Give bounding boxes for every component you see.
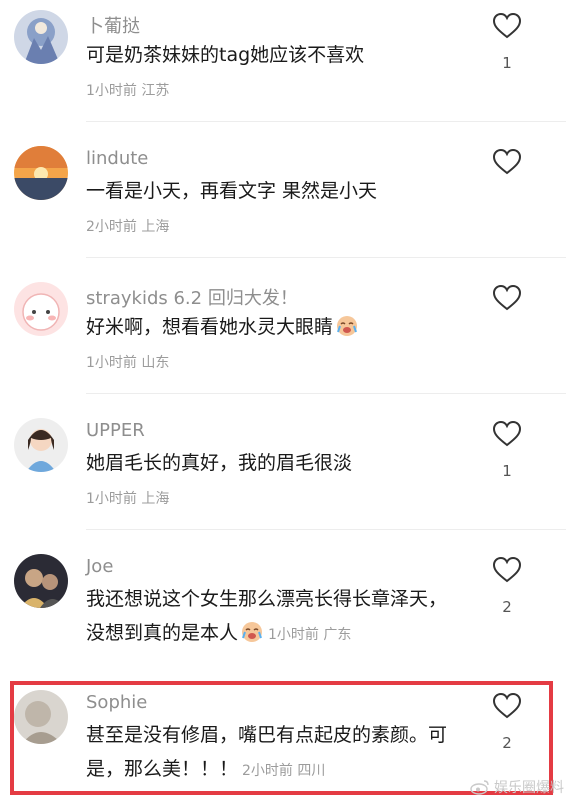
watermark: 娱乐圈爆料 — [470, 777, 564, 797]
comment-location: 上海 — [141, 491, 170, 507]
like-button[interactable]: 2 — [490, 692, 524, 752]
like-button[interactable] — [490, 148, 524, 208]
comment-location: 山东 — [141, 355, 170, 371]
heart-outline-icon[interactable] — [492, 12, 522, 40]
crying-face-emoji — [335, 313, 359, 337]
avatar[interactable] — [14, 282, 68, 336]
watermark-text: 娱乐圈爆料 — [494, 780, 564, 796]
avatar[interactable] — [14, 554, 68, 608]
comment-meta: 2小时前 上海 — [86, 216, 169, 236]
username[interactable]: lindute — [86, 148, 148, 169]
like-button[interactable] — [490, 284, 524, 344]
comment-text: 甚至是没有修眉，嘴巴有点起皮的素颜。可是，那么美！！！ 2小时前 四川 — [86, 718, 456, 788]
heart-outline-icon[interactable] — [492, 420, 522, 448]
comment-time: 1小时前 — [86, 83, 137, 99]
comment-meta: 1小时前 江苏 — [86, 80, 169, 100]
comment-time: 2小时前 — [242, 763, 293, 779]
avatar[interactable] — [14, 690, 68, 744]
comment-location: 江苏 — [141, 83, 170, 99]
comment-time: 2小时前 — [86, 219, 137, 235]
avatar[interactable] — [14, 418, 68, 472]
divider — [86, 121, 566, 122]
comment-location: 四川 — [297, 763, 326, 779]
like-button[interactable]: 1 — [490, 12, 524, 72]
comment-text: 可是奶茶妹妹的tag她应该不喜欢 — [86, 44, 365, 66]
username[interactable]: UPPER — [86, 420, 145, 441]
username[interactable]: Sophie — [86, 692, 147, 713]
heart-outline-icon[interactable] — [492, 284, 522, 312]
like-count — [490, 190, 524, 208]
comment-text: 我还想说这个女生那么漂亮长得长章泽天，没想到真的是本人 1小时前 广东 — [86, 582, 456, 652]
heart-outline-icon[interactable] — [492, 692, 522, 720]
comment-time: 1小时前 — [268, 627, 319, 643]
comment-location: 广东 — [323, 627, 352, 643]
like-count: 1 — [502, 462, 512, 480]
comment-text: 她眉毛长的真好，我的眉毛很淡 — [86, 452, 353, 474]
like-button[interactable]: 1 — [490, 420, 524, 480]
like-count: 2 — [502, 598, 512, 616]
like-count: 2 — [502, 734, 512, 752]
comment-meta: 1小时前 山东 — [86, 352, 169, 372]
weibo-icon — [470, 780, 489, 795]
comment-text-content: 我还想说这个女生那么漂亮长得长章泽天，没想到真的是本人 — [86, 588, 448, 644]
comment-time: 1小时前 — [86, 491, 137, 507]
comment-text: 好米啊，想看看她水灵大眼睛 — [86, 310, 456, 344]
comment-time: 1小时前 — [86, 355, 137, 371]
avatar[interactable] — [14, 146, 68, 200]
heart-outline-icon[interactable] — [492, 148, 522, 176]
username[interactable]: 卜葡挞 — [86, 12, 140, 38]
username[interactable]: Joe — [86, 556, 113, 577]
avatar[interactable] — [14, 10, 68, 64]
divider — [86, 393, 566, 394]
comment-location: 上海 — [141, 219, 170, 235]
crying-face-emoji — [240, 619, 264, 643]
like-count — [490, 326, 524, 344]
comment-meta: 1小时前 广东 — [268, 627, 351, 643]
like-button[interactable]: 2 — [490, 556, 524, 616]
heart-outline-icon[interactable] — [492, 556, 522, 584]
divider — [86, 257, 566, 258]
like-count: 1 — [502, 54, 512, 72]
comment-text-content: 好米啊，想看看她水灵大眼睛 — [86, 316, 334, 338]
username[interactable]: straykids 6.2 回归大发！ — [86, 284, 298, 310]
comment-meta: 1小时前 上海 — [86, 488, 169, 508]
comment-text: 一看是小天，再看文字 果然是小天 — [86, 180, 378, 202]
comment-meta: 2小时前 四川 — [242, 763, 325, 779]
divider — [86, 529, 566, 530]
